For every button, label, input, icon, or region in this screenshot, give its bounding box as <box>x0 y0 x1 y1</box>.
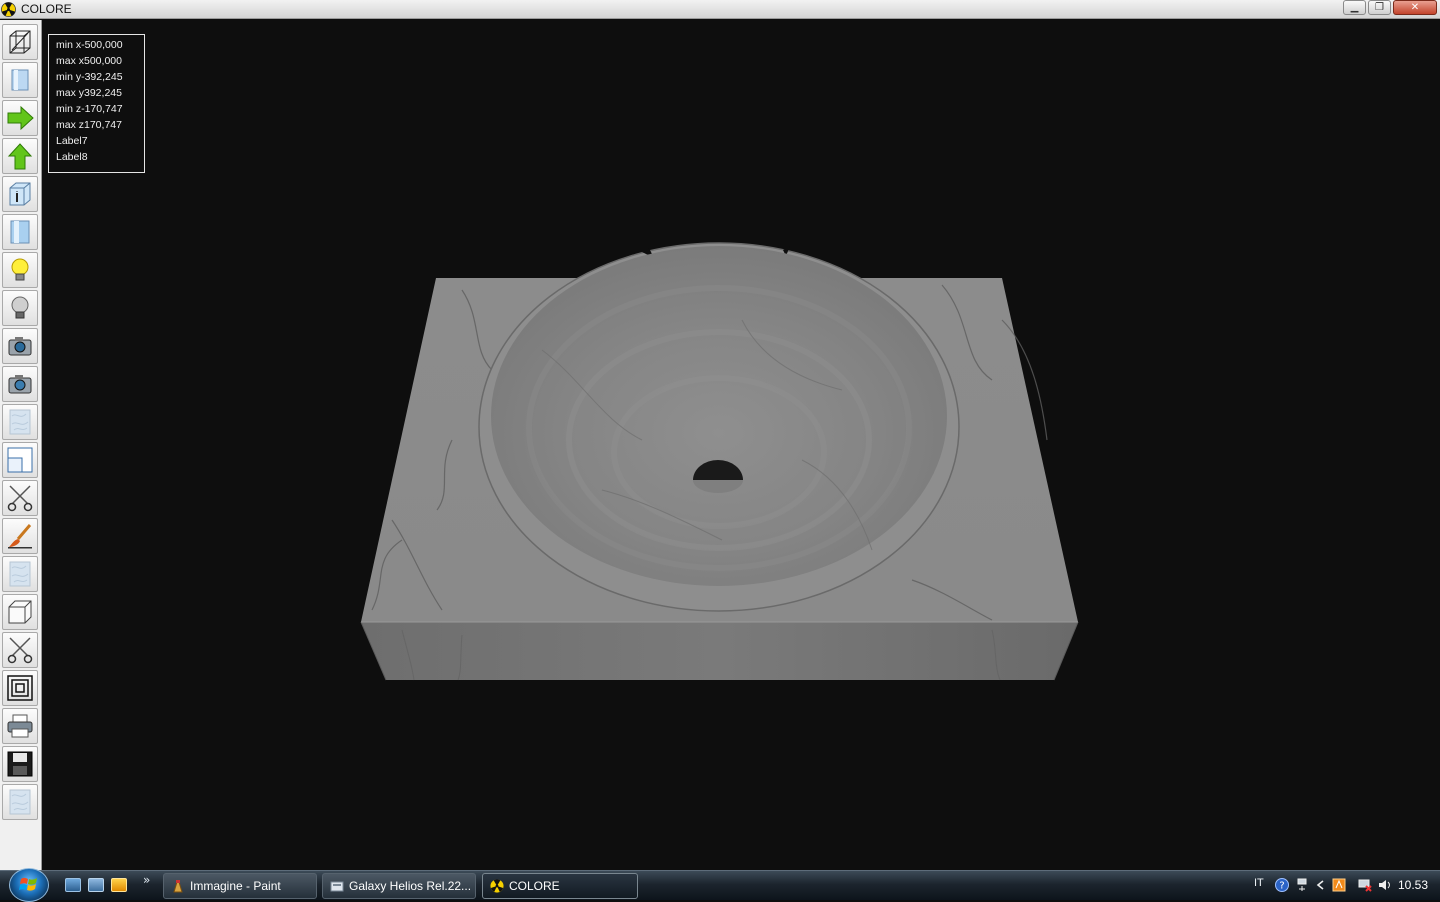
window-title: COLORE <box>21 2 72 16</box>
tool-printer[interactable] <box>2 708 38 744</box>
tool-camera[interactable] <box>2 328 38 364</box>
lightbulb-off-icon <box>11 296 29 319</box>
info-panel-icon <box>9 182 31 206</box>
printer-icon <box>7 714 33 738</box>
task-paint-label: Immagine - Paint <box>190 879 281 893</box>
clock[interactable]: 10.53 <box>1398 878 1428 892</box>
switch-windows-icon[interactable] <box>88 878 104 892</box>
folder-icon <box>330 881 344 892</box>
info-min-x: min x-500,000 <box>56 39 123 51</box>
concentric-squares-icon <box>7 675 33 701</box>
tool-texture-2[interactable] <box>2 556 38 592</box>
tray-expand-icon[interactable] <box>1314 878 1328 892</box>
title-bar: COLORE ▁ ❐ ✕ <box>0 0 1440 19</box>
camera-icon <box>8 337 32 356</box>
arrow-up-icon <box>7 143 33 170</box>
tool-texture-3[interactable] <box>2 784 38 820</box>
info-max-z: max z170,747 <box>56 119 122 131</box>
glass-panel-icon <box>10 220 30 244</box>
tool-window-split[interactable] <box>2 442 38 478</box>
volume-icon[interactable] <box>1378 878 1392 892</box>
tool-camera-alt[interactable] <box>2 366 38 402</box>
taskbar: » Immagine - Paint Galaxy Helios Rel.22.… <box>0 868 1440 902</box>
tool-glass-panel[interactable] <box>2 214 38 250</box>
info-label8: Label8 <box>56 151 88 163</box>
language-indicator[interactable]: IT <box>1254 877 1264 889</box>
task-galaxy-helios[interactable]: Galaxy Helios Rel.22... <box>322 873 476 899</box>
task-colore[interactable]: COLORE <box>482 873 638 899</box>
start-button[interactable] <box>9 868 49 902</box>
restore-button[interactable]: ❐ <box>1368 0 1391 15</box>
tool-light-on[interactable] <box>2 252 38 288</box>
texture-disabled-icon-2 <box>9 561 31 587</box>
marble-sink-render <box>360 242 1079 681</box>
info-label7: Label7 <box>56 135 88 147</box>
scissors-alt-icon <box>7 637 33 664</box>
bounds-info-panel: min x-500,000 max x500,000 min y-392,245… <box>48 34 145 173</box>
wireframe-icon <box>9 30 31 54</box>
info-max-x: max x500,000 <box>56 55 122 67</box>
texture-disabled-icon-3 <box>9 789 31 815</box>
windows-logo-icon <box>19 877 37 891</box>
scissors-icon <box>7 485 33 512</box>
paintbrush-icon <box>8 524 32 549</box>
info-min-y: min y-392,245 <box>56 71 123 83</box>
window-split-icon <box>7 447 33 473</box>
task-colore-label: COLORE <box>509 879 560 893</box>
tool-info-panel[interactable] <box>2 176 38 212</box>
info-min-z: min z-170,747 <box>56 103 123 115</box>
cube-icon <box>8 600 32 624</box>
radiation-icon <box>490 879 504 893</box>
tool-light-off[interactable] <box>2 290 38 326</box>
solid-panel-icon <box>11 69 29 91</box>
tool-arrow-right[interactable] <box>2 100 38 136</box>
info-max-y: max y392,245 <box>56 87 122 99</box>
tool-arrow-up[interactable] <box>2 138 38 174</box>
tool-cube[interactable] <box>2 594 38 630</box>
show-desktop-icon[interactable] <box>65 878 81 892</box>
tool-wireframe[interactable] <box>2 24 38 60</box>
floppy-disk-icon <box>7 751 33 777</box>
quicklaunch-more-icon[interactable]: » <box>143 873 150 887</box>
paint-icon <box>173 880 183 893</box>
texture-disabled-icon <box>9 409 31 435</box>
tool-concentric[interactable] <box>2 670 38 706</box>
tool-texture-1[interactable] <box>2 404 38 440</box>
radiation-icon <box>1 1 16 17</box>
tool-scissors[interactable] <box>2 480 38 516</box>
task-galaxy-helios-label: Galaxy Helios Rel.22... <box>349 879 472 893</box>
alert-icon[interactable] <box>1332 878 1346 892</box>
close-button[interactable]: ✕ <box>1393 0 1437 15</box>
tool-paintbrush[interactable] <box>2 518 38 554</box>
svg-text:?: ? <box>1279 881 1284 892</box>
arrow-right-icon <box>7 105 34 131</box>
left-toolbar <box>0 20 42 870</box>
lightbulb-on-icon <box>11 258 29 281</box>
network-disconnected-icon[interactable] <box>1358 878 1372 892</box>
help-icon[interactable]: ? <box>1275 878 1289 892</box>
tool-save[interactable] <box>2 746 38 782</box>
minimize-button[interactable]: ▁ <box>1343 0 1366 15</box>
network-icon[interactable] <box>1296 878 1310 892</box>
task-paint[interactable]: Immagine - Paint <box>163 873 317 899</box>
camera-alt-icon <box>8 375 32 394</box>
render-viewport[interactable]: min x-500,000 max x500,000 min y-392,245… <box>42 20 1440 870</box>
tool-scissors-alt[interactable] <box>2 632 38 668</box>
media-player-icon[interactable] <box>111 878 127 892</box>
tool-solid-panel[interactable] <box>2 62 38 98</box>
